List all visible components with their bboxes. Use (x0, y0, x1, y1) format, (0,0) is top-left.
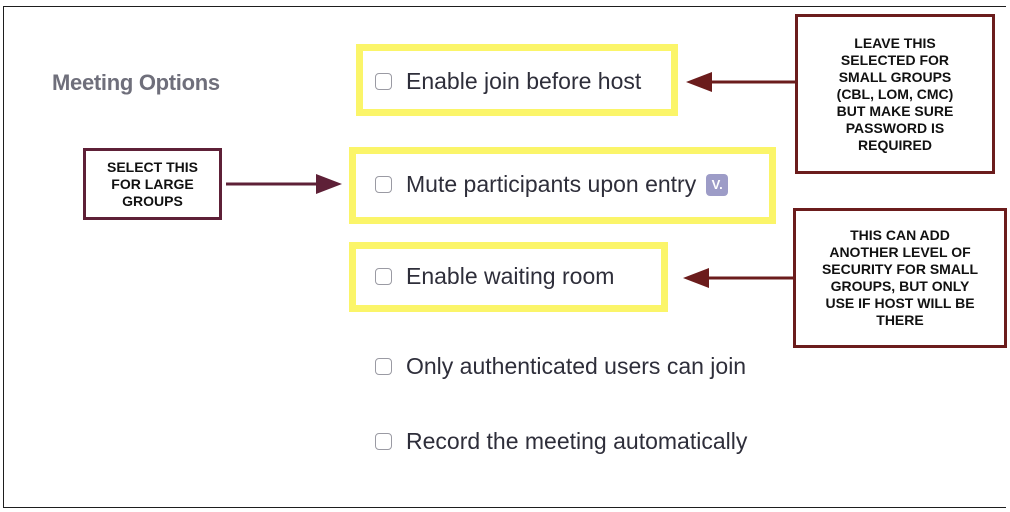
arrow-to-join-before-host (686, 72, 795, 92)
annotation-arrows (226, 72, 795, 288)
arrow-to-mute-participants (226, 174, 342, 194)
arrow-to-waiting-room (683, 268, 793, 288)
